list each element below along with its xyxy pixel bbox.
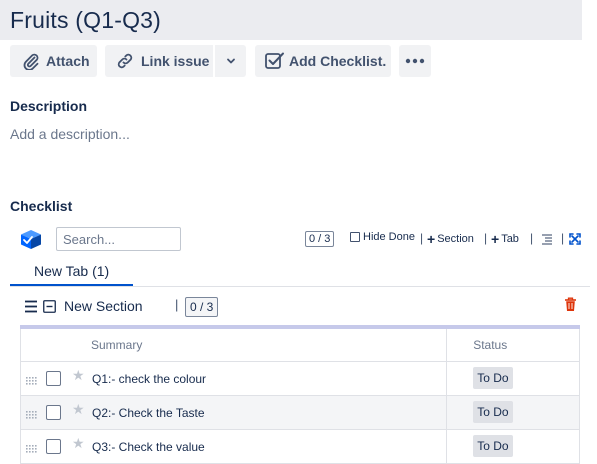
paperclip-icon: [22, 52, 40, 70]
drag-handle-icon[interactable]: [26, 442, 38, 456]
item-checkbox[interactable]: [46, 370, 61, 386]
status-badge[interactable]: To Do: [473, 401, 513, 423]
checklist-logo-icon: [19, 228, 43, 255]
link-icon: [115, 52, 135, 70]
add-section-button[interactable]: + Section: [427, 231, 474, 247]
checkbox-check-icon: [264, 51, 286, 71]
section-progress-count: 0 / 3: [185, 297, 219, 317]
checklist-heading: Checklist: [10, 198, 73, 214]
add-tab-button[interactable]: + Tab: [491, 231, 519, 247]
fullscreen-icon[interactable]: [569, 232, 581, 250]
add-tab-label: Tab: [501, 233, 519, 245]
attach-button[interactable]: Attach: [10, 45, 97, 77]
plus-icon: +: [427, 231, 436, 247]
link-issue-button[interactable]: Link issue: [105, 45, 213, 77]
section-name[interactable]: New Section: [64, 298, 143, 314]
item-summary[interactable]: Q1:- check the colour: [92, 372, 206, 386]
add-checklist-label: Add Checklist.: [289, 53, 387, 69]
checklist-items-table: Summary Status ★ Q1:- check the colour T…: [19, 329, 580, 464]
plus-icon: +: [491, 231, 500, 247]
star-icon[interactable]: ★: [72, 435, 85, 452]
star-icon[interactable]: ★: [72, 401, 85, 418]
table-header-row: Summary Status: [19, 329, 580, 362]
attach-label: Attach: [46, 53, 90, 69]
hide-done-label: Hide Done: [363, 231, 415, 243]
checklist-search-input[interactable]: [56, 227, 181, 251]
trash-icon[interactable]: [564, 297, 577, 317]
hide-done-toggle[interactable]: Hide Done: [350, 231, 415, 243]
collapse-list-icon[interactable]: [541, 232, 553, 250]
add-checklist-button[interactable]: Add Checklist.: [255, 45, 391, 77]
star-icon[interactable]: ★: [72, 367, 85, 384]
divider: |: [530, 231, 534, 245]
item-summary[interactable]: Q2:- Check the Taste: [92, 406, 205, 420]
more-actions-button[interactable]: [399, 45, 431, 77]
divider: |: [484, 231, 488, 245]
divider: |: [175, 297, 179, 312]
status-column-header: Status: [446, 329, 580, 362]
divider: |: [561, 231, 565, 245]
tab-divider: [10, 286, 590, 287]
add-section-label: Section: [437, 233, 474, 245]
checklist-item-row: ★ Q1:- check the colour To Do: [19, 361, 580, 396]
menu-icon[interactable]: [24, 300, 38, 318]
divider: |: [420, 231, 424, 245]
collapse-section-icon[interactable]: [43, 300, 56, 318]
checklist-toolbar: 0 / 3 Hide Done | + Section | + Tab | |: [0, 226, 597, 252]
item-checkbox[interactable]: [46, 438, 61, 454]
issue-title[interactable]: Fruits (Q1-Q3): [10, 7, 161, 34]
checklist-item-row: ★ Q3:- Check the value To Do: [19, 429, 580, 464]
summary-column-header: Summary: [19, 329, 448, 362]
more-icon: [405, 58, 425, 64]
issue-header: Fruits (Q1-Q3): [0, 0, 582, 40]
item-checkbox[interactable]: [46, 404, 61, 420]
checklist-item-row: ★ Q2:- Check the Taste To Do: [19, 395, 580, 430]
description-heading: Description: [10, 98, 88, 114]
status-badge[interactable]: To Do: [473, 435, 513, 457]
tab-label: New Tab (1): [34, 263, 110, 279]
item-summary[interactable]: Q3:- Check the value: [92, 440, 205, 454]
description-field[interactable]: Add a description...: [10, 126, 130, 142]
checklist-progress-count: 0 / 3: [305, 231, 335, 247]
chevron-down-icon: [225, 55, 237, 67]
drag-handle-icon[interactable]: [26, 374, 38, 388]
link-dropdown-button[interactable]: [215, 45, 246, 77]
link-issue-label: Link issue: [141, 53, 210, 69]
checklist-section-header: New Section | 0 / 3: [20, 294, 580, 320]
hide-done-checkbox[interactable]: [350, 232, 360, 242]
tab-new-tab[interactable]: New Tab (1): [10, 258, 133, 286]
status-badge[interactable]: To Do: [473, 367, 513, 389]
drag-handle-icon[interactable]: [26, 408, 38, 422]
